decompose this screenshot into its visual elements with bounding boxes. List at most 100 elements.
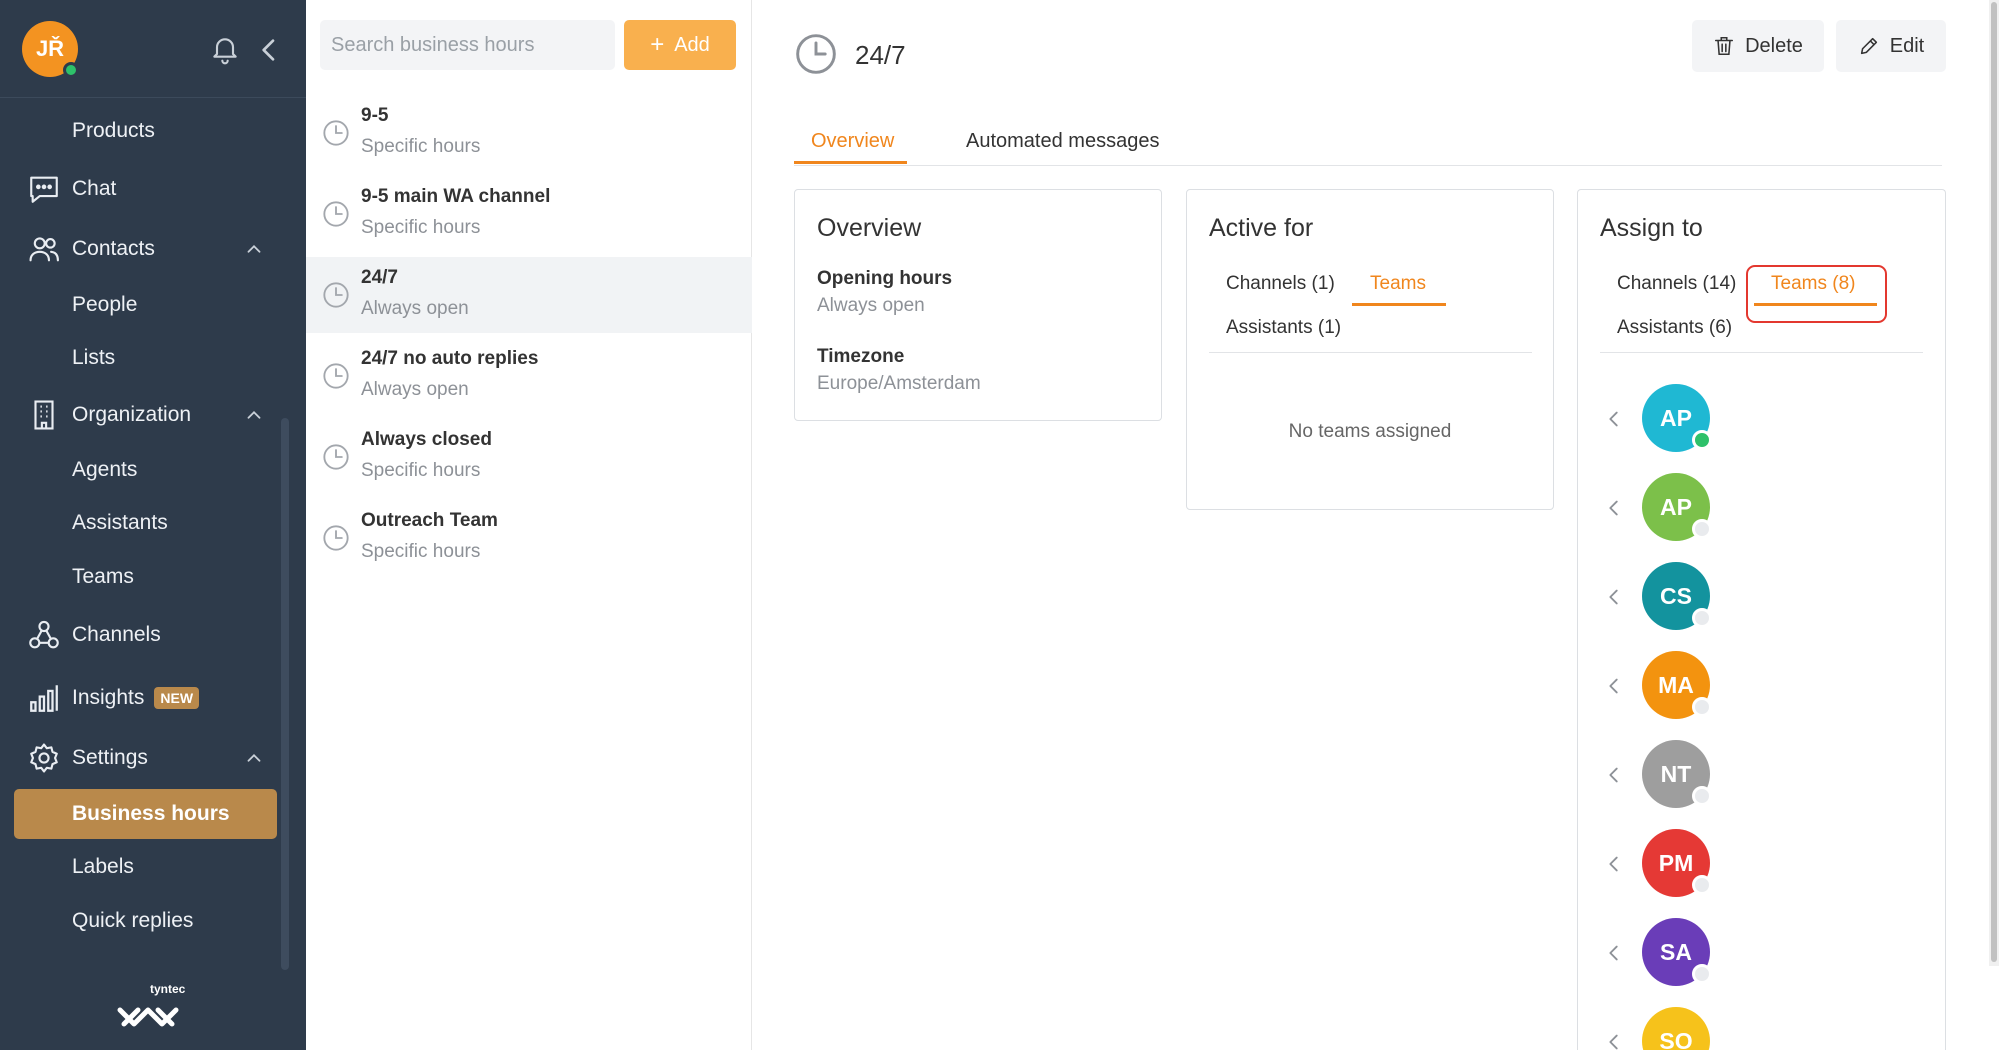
tabs-divider <box>1209 352 1532 353</box>
sidebar-item-label: Business hours <box>72 802 230 825</box>
sidebar-item-channels[interactable]: Channels <box>0 610 306 660</box>
edit-button[interactable]: Edit <box>1836 20 1946 72</box>
timezone-label: Timezone <box>817 346 905 367</box>
chevron-up-icon[interactable] <box>243 238 265 260</box>
list-item[interactable]: 24/7 Always open <box>306 257 752 333</box>
chevron-left-icon[interactable] <box>1604 586 1624 608</box>
scrollbar-thumb[interactable] <box>1991 2 1997 962</box>
team-avatar: NT <box>1642 740 1712 808</box>
contacts-icon <box>29 237 59 262</box>
sidebar-item-quick-replies[interactable]: Quick replies <box>0 896 306 946</box>
list-item-name: 24/7 no auto replies <box>361 348 539 369</box>
assign-to-tab-assistants[interactable]: Assistants (6) <box>1617 317 1732 339</box>
list-item[interactable]: 24/7 no auto replies Always open <box>306 338 752 414</box>
timezone-value: Europe/Amsterdam <box>817 373 981 394</box>
teams-tab-highlight <box>1746 265 1887 323</box>
chevron-left-icon[interactable] <box>1604 1031 1624 1050</box>
sidebar-item-label: Lists <box>72 346 116 369</box>
sidebar-item-label: Assistants <box>72 511 168 534</box>
plus-icon: + <box>650 31 665 58</box>
sidebar-scrollbar[interactable] <box>281 418 289 970</box>
opening-hours-label: Opening hours <box>817 268 953 289</box>
tabs-divider <box>1600 352 1923 353</box>
team-initials: SA <box>1660 938 1692 965</box>
trash-icon <box>1715 36 1734 56</box>
chevron-left-icon[interactable] <box>1604 853 1624 875</box>
delete-button-label: Delete <box>1745 34 1803 57</box>
team-avatar: AP <box>1642 384 1712 452</box>
list-item-name: 24/7 <box>361 267 398 288</box>
sidebar-item-organization[interactable]: Organization <box>0 390 306 440</box>
tab-overview[interactable]: Overview <box>811 130 894 153</box>
collapse-sidebar-icon[interactable] <box>258 34 280 66</box>
list-item[interactable]: Outreach Team Specific hours <box>306 500 752 576</box>
chevron-left-icon[interactable] <box>1604 675 1624 697</box>
sidebar-item-label: Chat <box>72 177 117 200</box>
team-row[interactable]: MA <box>1598 651 1898 721</box>
active-for-tab-channels[interactable]: Channels (1) <box>1226 273 1335 295</box>
search-input[interactable] <box>320 20 615 70</box>
team-row[interactable]: NT <box>1598 740 1898 810</box>
chevron-left-icon[interactable] <box>1604 408 1624 430</box>
edit-button-label: Edit <box>1889 34 1925 57</box>
team-status-dot <box>1692 964 1712 984</box>
chevron-up-icon[interactable] <box>243 747 265 769</box>
team-status-dot <box>1692 875 1712 895</box>
list-item-type: Specific hours <box>361 136 481 157</box>
team-status-dot <box>1692 608 1712 628</box>
list-item[interactable]: Always closed Specific hours <box>306 419 752 495</box>
empty-state-text: No teams assigned <box>1288 421 1452 442</box>
active-for-tab-teams[interactable]: Teams <box>1370 273 1426 295</box>
team-row[interactable]: AP <box>1598 473 1898 543</box>
clock-icon <box>323 120 349 146</box>
sidebar-item-contacts[interactable]: Contacts <box>0 224 306 274</box>
list-item[interactable]: 9-5 main WA channel Specific hours <box>306 176 752 252</box>
team-avatar: SA <box>1642 918 1712 986</box>
active-for-card: Active for Channels (1) Teams Assistants… <box>1186 189 1554 510</box>
delete-button[interactable]: Delete <box>1692 20 1824 72</box>
team-row[interactable]: CS <box>1598 562 1898 632</box>
team-initials: NT <box>1660 760 1692 787</box>
user-initials: JŘ <box>35 36 65 61</box>
sidebar-item-label: Channels <box>72 623 161 646</box>
list-item-type: Specific hours <box>361 541 481 562</box>
sidebar: JŘ Products Chat Contacts People Lists O… <box>0 0 306 1050</box>
sidebar-item-teams[interactable]: Teams <box>0 552 306 602</box>
active-for-tab-assistants[interactable]: Assistants (1) <box>1226 317 1341 339</box>
team-status-dot <box>1692 430 1712 450</box>
sidebar-item-label: People <box>72 293 138 316</box>
chevron-left-icon[interactable] <box>1604 764 1624 786</box>
bell-icon[interactable] <box>209 34 241 66</box>
team-row[interactable]: PM <box>1598 829 1898 899</box>
user-avatar[interactable]: JŘ <box>22 21 79 78</box>
sidebar-item-labels[interactable]: Labels <box>0 842 306 892</box>
team-row[interactable]: SA <box>1598 918 1898 988</box>
sidebar-item-settings[interactable]: Settings <box>0 733 306 783</box>
sidebar-item-people[interactable]: People <box>0 280 306 330</box>
team-row[interactable]: SO <box>1598 1007 1898 1050</box>
list-item-type: Specific hours <box>361 217 481 238</box>
sidebar-item-lists[interactable]: Lists <box>0 333 306 383</box>
list-item[interactable]: 9-5 Specific hours <box>306 95 752 171</box>
team-avatar: SO <box>1642 1007 1710 1050</box>
gear-icon <box>30 743 58 773</box>
add-button[interactable]: + Add <box>624 20 736 70</box>
sidebar-item-assistants[interactable]: Assistants <box>0 498 306 548</box>
chevron-up-icon[interactable] <box>243 404 265 426</box>
tab-automated-messages[interactable]: Automated messages <box>966 130 1159 153</box>
sidebar-item-agents[interactable]: Agents <box>0 445 306 495</box>
sidebar-item-insights[interactable]: Insights NEW <box>0 673 306 723</box>
sidebar-item-chat[interactable]: Chat <box>0 164 306 214</box>
chevron-left-icon[interactable] <box>1604 942 1624 964</box>
sidebar-item-products[interactable]: Products <box>0 106 306 156</box>
main-scrollbar[interactable] <box>1989 0 1999 966</box>
list-item-type: Always open <box>361 379 469 400</box>
list-item-name: 9-5 <box>361 105 389 126</box>
team-avatar: PM <box>1642 829 1712 897</box>
assign-to-tab-channels[interactable]: Channels (14) <box>1617 273 1736 295</box>
sidebar-item-business-hours[interactable]: Business hours <box>0 789 306 839</box>
sidebar-item-label: Quick replies <box>72 909 194 932</box>
team-row[interactable]: AP <box>1598 384 1898 454</box>
clock-icon <box>323 282 349 308</box>
chevron-left-icon[interactable] <box>1604 497 1624 519</box>
